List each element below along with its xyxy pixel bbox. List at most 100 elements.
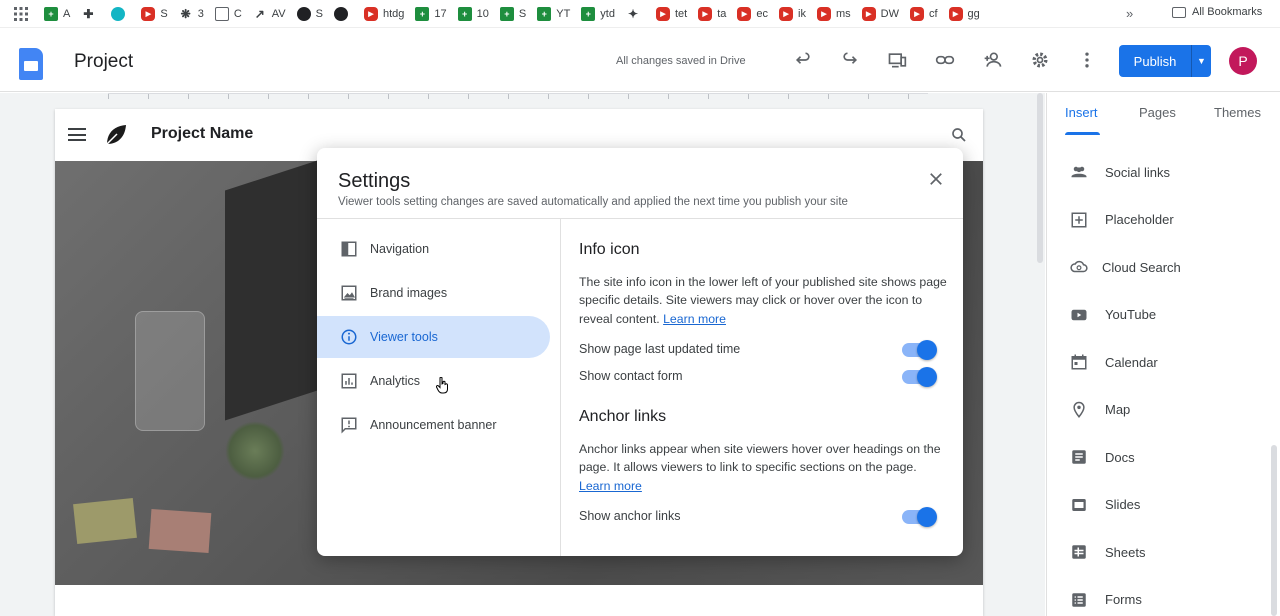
- bookmark-item[interactable]: C: [214, 6, 242, 21]
- publish-button[interactable]: Publish ▼: [1119, 45, 1211, 77]
- folder-icon: [1172, 6, 1186, 18]
- youtube-icon: ▶: [655, 6, 670, 21]
- bookmark-item[interactable]: ✦: [626, 7, 645, 21]
- bookmark-item[interactable]: + ytd: [581, 6, 615, 21]
- bookmark-item[interactable]: + S: [499, 6, 526, 21]
- insert-item-label: Calendar: [1105, 354, 1158, 370]
- last-updated-toggle[interactable]: [902, 340, 937, 360]
- gear-icon[interactable]: [1030, 50, 1050, 70]
- google-sites-logo-icon[interactable]: [19, 48, 43, 80]
- bookmark-item[interactable]: ▶ ik: [779, 6, 806, 21]
- tab-insert[interactable]: Insert: [1065, 105, 1098, 120]
- openai-icon: ❋: [180, 6, 191, 21]
- bookmark-item[interactable]: ▶ gg: [948, 6, 980, 21]
- app-header: Project All changes saved in Drive Publi…: [0, 28, 1280, 92]
- bookmark-item[interactable]: ▶ cf: [909, 6, 938, 21]
- bookmark-item[interactable]: [333, 6, 353, 21]
- bookmark-item[interactable]: S: [296, 6, 323, 21]
- info-icon-learn-more-link[interactable]: Learn more: [663, 312, 726, 326]
- settings-nav-analytics[interactable]: Analytics: [317, 360, 550, 402]
- insert-item-sheets[interactable]: Sheets: [1047, 537, 1277, 567]
- bookmark-label: ms: [835, 7, 851, 20]
- anchor-links-learn-more-link[interactable]: Learn more: [579, 479, 642, 493]
- all-bookmarks-button[interactable]: All Bookmarks: [1172, 6, 1262, 18]
- bookmark-item[interactable]: ▶ ta: [698, 6, 727, 21]
- tab-pages[interactable]: Pages: [1139, 105, 1176, 120]
- leaf-logo-icon[interactable]: [104, 123, 128, 147]
- bookmark-item[interactable]: + YT: [537, 6, 570, 21]
- sheets-icon: +: [44, 6, 58, 21]
- insert-item-forms[interactable]: Forms: [1047, 585, 1277, 615]
- avatar[interactable]: P: [1229, 47, 1257, 75]
- globe-icon: [296, 6, 311, 21]
- bookmark-label: cf: [928, 7, 938, 20]
- insert-item-slides[interactable]: Slides: [1047, 490, 1277, 520]
- search-icon[interactable]: [950, 126, 968, 144]
- bookmark-label: A: [63, 7, 71, 20]
- sheets-icon: +: [581, 6, 596, 21]
- bookmark-item[interactable]: +10: [457, 6, 489, 21]
- bookmarks-bar: + A ✚ ▶ S ❋ 3 C ↗ AV S ▶ htdg +17 +10 + S + YT + ytd ✦ ▶ tet ▶ ta…: [0, 0, 1280, 28]
- undo-icon[interactable]: [793, 50, 813, 70]
- publish-dropdown-caret-icon[interactable]: ▼: [1192, 56, 1211, 66]
- site-name[interactable]: Project Name: [151, 125, 253, 143]
- people-icon: [1069, 162, 1089, 182]
- youtube-icon: ▶: [363, 6, 378, 21]
- project-title[interactable]: Project: [74, 51, 133, 73]
- contact-form-toggle[interactable]: [902, 367, 937, 387]
- insert-item-label: Slides: [1105, 497, 1141, 512]
- plus-box-icon: [1069, 210, 1089, 230]
- settings-nav-announcement-banner[interactable]: Announcement banner: [317, 404, 550, 446]
- insert-item-label: Social links: [1105, 164, 1171, 180]
- bookmark-item[interactable]: ↗ AV: [253, 7, 286, 21]
- active-tab-indicator: [1065, 132, 1100, 135]
- insert-item-placeholder[interactable]: Placeholder: [1047, 205, 1277, 235]
- tab-themes[interactable]: Themes: [1214, 105, 1261, 120]
- bookmark-label: 10: [476, 7, 489, 20]
- menu-icon[interactable]: [68, 128, 86, 141]
- insert-item-social-links[interactable]: Social links: [1047, 157, 1277, 187]
- close-icon[interactable]: [927, 170, 945, 188]
- bookmark-label: gg: [967, 7, 980, 20]
- canvas-scrollbar[interactable]: [1037, 93, 1043, 263]
- preview-devices-icon[interactable]: [887, 50, 907, 70]
- apps-grid-icon[interactable]: [14, 6, 28, 21]
- insert-item-calendar[interactable]: Calendar: [1047, 347, 1277, 377]
- settings-nav-navigation[interactable]: Navigation: [317, 228, 550, 270]
- settings-nav-label: Viewer tools: [370, 330, 438, 344]
- sheets-icon: +: [415, 6, 430, 21]
- toggle-label: Show page last updated time: [579, 342, 741, 356]
- share-add-person-icon[interactable]: [983, 50, 1003, 70]
- bookmark-label: ta: [717, 7, 727, 20]
- bookmark-label: S: [315, 7, 323, 20]
- bookmark-item[interactable]: + A: [44, 6, 71, 21]
- bookmarks-more-button[interactable]: »: [1126, 6, 1133, 21]
- bookmark-item[interactable]: ▶ tet: [655, 6, 688, 21]
- toggle-label: Show anchor links: [579, 509, 681, 523]
- trend-icon: ↗: [254, 6, 265, 21]
- link-icon[interactable]: [935, 50, 955, 70]
- insert-item-docs[interactable]: Docs: [1047, 442, 1277, 472]
- bookmark-item[interactable]: ▶ S: [141, 6, 168, 21]
- anchor-links-toggle[interactable]: [902, 507, 937, 527]
- mouse-cursor-icon: [436, 377, 448, 394]
- sidebar-scrollbar[interactable]: [1271, 445, 1277, 616]
- bookmark-label: tet: [674, 7, 688, 20]
- redo-icon[interactable]: [840, 50, 860, 70]
- settings-nav-viewer-tools[interactable]: Viewer tools: [317, 316, 550, 358]
- bookmark-item[interactable]: ▶ ms: [816, 6, 851, 21]
- insert-item-cloud-search[interactable]: Cloud Search: [1047, 252, 1277, 282]
- insert-item-map[interactable]: Map: [1047, 395, 1277, 425]
- more-vert-icon[interactable]: [1077, 50, 1097, 70]
- bookmark-item[interactable]: +17: [415, 6, 447, 21]
- bookmark-item[interactable]: ▶ htdg: [363, 6, 404, 21]
- insert-item-youtube[interactable]: YouTube: [1047, 300, 1277, 330]
- settings-nav-brand-images[interactable]: Brand images: [317, 272, 550, 314]
- bookmark-item[interactable]: [111, 6, 130, 21]
- bookmark-item[interactable]: ✚: [81, 7, 100, 21]
- toggle-row-contact-form: Show contact form: [579, 367, 939, 387]
- cloud-search-icon: [1069, 257, 1089, 277]
- bookmark-item[interactable]: ❋ 3: [179, 7, 204, 21]
- bookmark-item[interactable]: ▶ ec: [737, 6, 768, 21]
- bookmark-item[interactable]: ▶ DW: [861, 6, 899, 21]
